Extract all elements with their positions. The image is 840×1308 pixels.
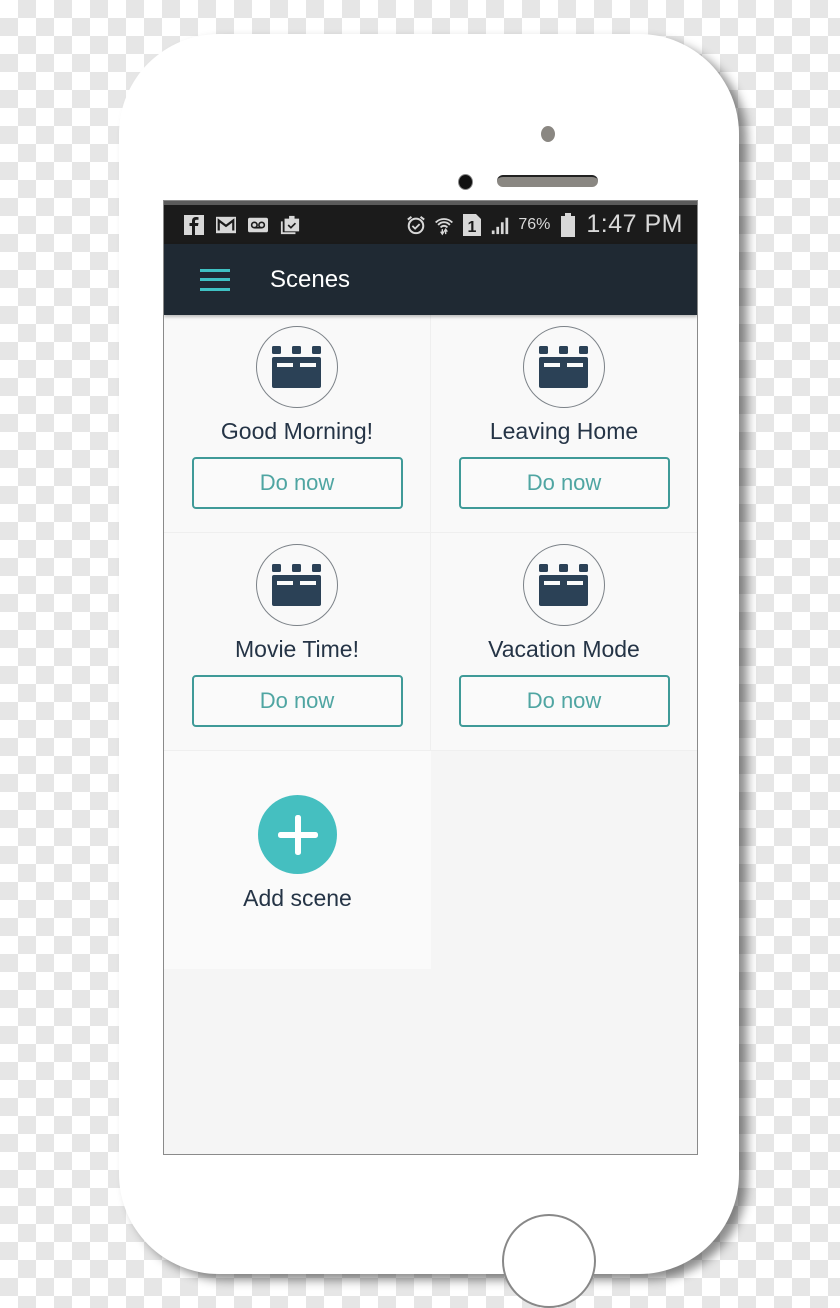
do-now-button[interactable]: Do now xyxy=(191,675,403,727)
app-screen: 1 76% 1:47 PM Scenes Good Morning! Do no… xyxy=(163,200,698,1155)
gmail-icon xyxy=(216,215,236,235)
scene-name: Leaving Home xyxy=(489,418,639,444)
add-scene-card: Add scene xyxy=(164,751,431,969)
clapperboard-icon xyxy=(256,326,338,408)
plus-icon xyxy=(277,814,318,855)
add-scene-label: Add scene xyxy=(243,885,352,911)
scene-card: Vacation Mode Do now xyxy=(431,533,697,751)
battery-icon xyxy=(558,212,578,237)
scene-card: Good Morning! Do now xyxy=(164,315,431,533)
app-toolbar: Scenes xyxy=(164,244,697,315)
do-now-button[interactable]: Do now xyxy=(191,457,403,509)
front-camera xyxy=(541,126,555,142)
earpiece-speaker xyxy=(497,175,598,187)
wifi-icon xyxy=(434,215,454,235)
scenes-grid: Good Morning! Do now Leaving Home Do now… xyxy=(164,315,697,969)
hamburger-menu-icon[interactable] xyxy=(200,268,230,291)
clapperboard-icon xyxy=(256,544,338,626)
battery-percent: 76% xyxy=(518,215,551,233)
scene-name: Vacation Mode xyxy=(488,636,640,662)
facebook-icon xyxy=(184,214,204,235)
status-bar: 1 76% 1:47 PM xyxy=(164,201,697,244)
alarm-icon xyxy=(406,215,426,235)
clapperboard-icon xyxy=(523,544,605,626)
do-now-button[interactable]: Do now xyxy=(458,675,670,727)
home-button[interactable] xyxy=(502,1214,596,1308)
svg-text:1: 1 xyxy=(468,219,477,236)
page-title: Scenes xyxy=(270,265,351,293)
clipboard-check-icon xyxy=(280,215,300,235)
scene-card: Leaving Home Do now xyxy=(431,315,697,533)
proximity-sensor xyxy=(458,174,473,190)
clapperboard-icon xyxy=(523,326,605,408)
scene-name: Movie Time! xyxy=(235,636,359,662)
do-now-button[interactable]: Do now xyxy=(458,457,670,509)
clock-time: 1:47 PM xyxy=(586,210,683,238)
empty-slot xyxy=(431,751,697,969)
scene-card: Movie Time! Do now xyxy=(164,533,431,751)
sim-1-icon: 1 xyxy=(462,213,482,236)
voicemail-icon xyxy=(248,215,268,235)
scene-name: Good Morning! xyxy=(220,418,374,444)
signal-icon xyxy=(490,215,510,235)
add-scene-button[interactable] xyxy=(258,795,337,874)
